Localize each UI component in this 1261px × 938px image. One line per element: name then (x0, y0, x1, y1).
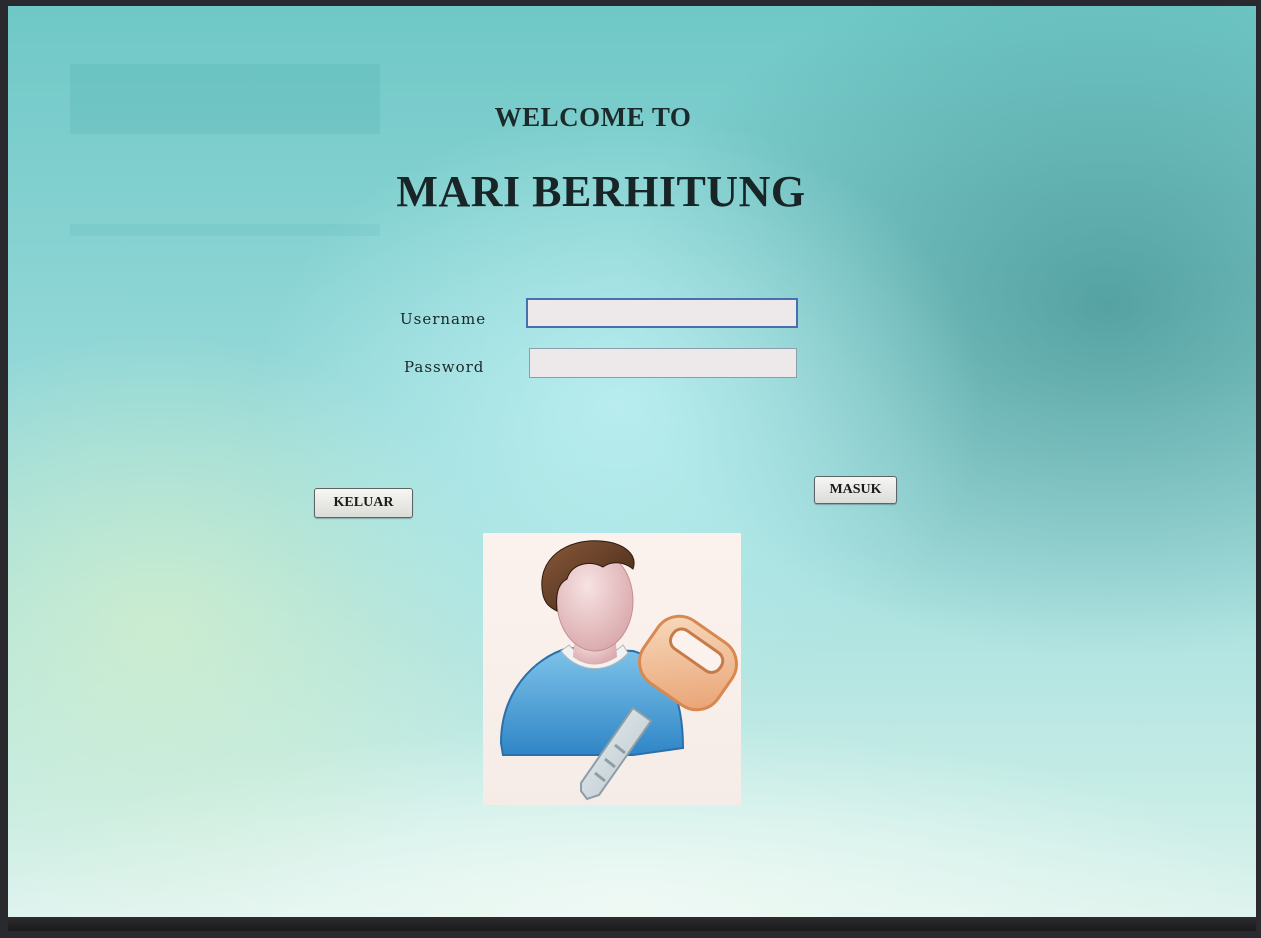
user-with-key-icon (483, 533, 741, 805)
login-window: WELCOME TO MARI BERHITUNG Username Passw… (8, 6, 1256, 931)
login-button[interactable]: MASUK (814, 476, 897, 504)
password-label: Password (404, 358, 485, 376)
username-field[interactable] (526, 298, 798, 328)
app-title: MARI BERHITUNG (396, 167, 806, 216)
username-label: Username (400, 310, 487, 328)
welcome-heading: WELCOME TO (494, 102, 692, 132)
background-reflection-line (70, 224, 380, 236)
monitor-bezel (8, 917, 1256, 931)
exit-button[interactable]: KELUAR (314, 488, 413, 518)
password-field[interactable] (529, 348, 797, 378)
